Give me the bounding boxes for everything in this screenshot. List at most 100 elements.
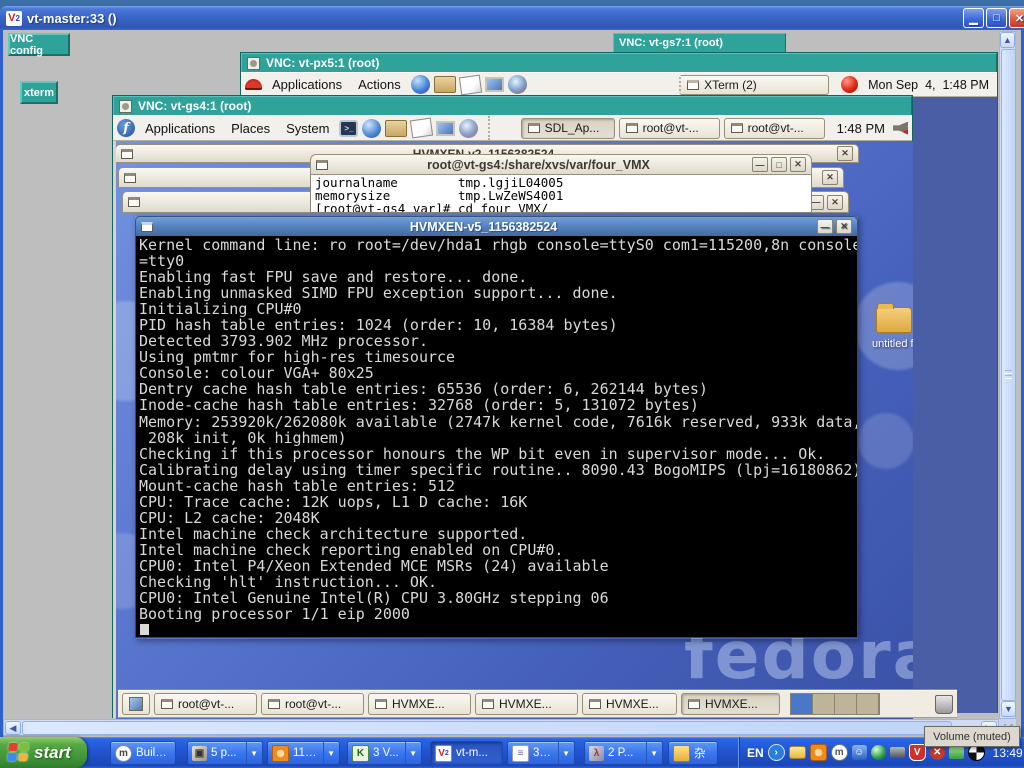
monitor-icon[interactable] — [485, 77, 504, 92]
user-tray-icon[interactable]: ☺ — [852, 745, 867, 760]
email-icon[interactable] — [385, 120, 407, 137]
m-circle-tray-icon[interactable]: m — [831, 744, 848, 761]
vnc-gs4-titlebar[interactable]: VNC: vt-gs4:1 (root) — [113, 96, 912, 115]
maximize-button[interactable]: □ — [771, 157, 787, 172]
vnc-gs7-title: VNC: vt-gs7:1 (root) — [619, 37, 723, 49]
group-dropdown-icon[interactable]: ▼ — [323, 742, 335, 764]
maximize-button[interactable]: □ — [986, 8, 1007, 28]
task-button-build[interactable]: m Build... — [110, 741, 176, 765]
screen-tool-icon[interactable] — [436, 121, 455, 136]
vertical-scrollbar-thumb[interactable] — [1001, 49, 1016, 701]
mail-tray-icon[interactable] — [789, 746, 806, 759]
close-button[interactable]: ✕ — [827, 195, 843, 210]
vnc-px5-titlebar[interactable]: VNC: vt-px5:1 (root) — [241, 53, 997, 72]
window-menu-icon[interactable] — [119, 100, 132, 113]
vertical-scrollbar[interactable]: ▲ ▼ — [999, 31, 1016, 719]
workspace-3[interactable] — [835, 694, 857, 714]
lx-task-button-4[interactable]: HVMXE... — [475, 693, 578, 715]
k-app-icon: K — [352, 745, 369, 762]
minimize-button[interactable]: ▁ — [963, 8, 984, 28]
scroll-down-button[interactable]: ▼ — [1001, 701, 1016, 717]
close-button[interactable]: ✕ — [822, 170, 838, 185]
px5-clock[interactable]: Mon Sep 4, 1:48 PM — [868, 78, 989, 92]
group-dropdown-icon[interactable]: ▼ — [246, 742, 258, 764]
group-dropdown-icon[interactable]: ▼ — [405, 742, 417, 764]
window-hvmxen-console[interactable]: HVMXEN-v5_1156382524 — ✕ Kernel command … — [135, 216, 858, 639]
group-dropdown-icon[interactable]: ▼ — [646, 742, 658, 764]
drive-tray-icon[interactable] — [949, 747, 964, 759]
printer-tray-icon[interactable] — [890, 747, 905, 758]
task-button-vtmaster[interactable]: V2 vt-m... — [430, 741, 503, 765]
globe-icon[interactable] — [508, 75, 527, 94]
lx-task-button-2[interactable]: root@vt-... — [261, 693, 364, 715]
xterm-button[interactable]: xterm — [20, 81, 58, 104]
horizontal-scrollbar[interactable]: ◀ ▶ — [3, 719, 999, 736]
fedora-logo-icon[interactable]: f — [117, 119, 135, 137]
task-button-2p[interactable]: λ 2 P... ▼ — [584, 741, 663, 765]
workspace-2[interactable] — [813, 694, 835, 714]
web-browser-icon[interactable] — [411, 75, 430, 94]
lx-task-button-1[interactable]: root@vt-... — [154, 693, 257, 715]
task-label: Build... — [136, 747, 171, 759]
workspace-switcher[interactable] — [790, 693, 880, 715]
show-desktop-button[interactable] — [122, 693, 150, 715]
close-button[interactable]: ✕ — [790, 157, 806, 172]
globe-launcher-icon[interactable] — [459, 119, 478, 138]
horizontal-scrollbar-thumb[interactable] — [22, 721, 952, 735]
desktop-folder-icon[interactable]: untitled fo — [872, 307, 913, 350]
scroll-left-button[interactable]: ◀ — [5, 721, 21, 735]
workspace-4[interactable] — [857, 694, 879, 714]
desktop-folder-label: untitled fo — [872, 338, 913, 350]
gs4-task-root2[interactable]: root@vt-... — [724, 118, 825, 139]
volume-muted-tray-icon[interactable]: ✕ — [930, 745, 945, 760]
window-menu-icon[interactable] — [247, 57, 260, 70]
task-button-folder[interactable]: 杂 — [668, 741, 718, 765]
gs4-menu-places[interactable]: Places — [225, 119, 276, 138]
trash-icon[interactable] — [935, 695, 953, 714]
task-button-3w[interactable]: ≡ 3 W... ▼ — [507, 741, 575, 765]
scroll-up-button[interactable]: ▲ — [1000, 32, 1015, 48]
workspace-1-active[interactable] — [791, 694, 813, 714]
px5-taskbar-xterm-button[interactable]: XTerm (2) — [679, 75, 829, 95]
px5-menu-applications[interactable]: Applications — [266, 75, 348, 94]
task-button-5p[interactable]: ▣ 5 p... ▼ — [187, 741, 263, 765]
chevron-circle-icon[interactable]: › — [768, 744, 785, 761]
minimize-button[interactable]: — — [817, 219, 833, 234]
tray-language[interactable]: EN — [747, 746, 764, 760]
window-icon — [316, 160, 328, 170]
gs4-clock[interactable]: 1:48 PM — [837, 121, 885, 136]
vnc-config-window[interactable]: VNC config — [8, 33, 70, 56]
window-root-terminal[interactable]: root@vt-gs4:/share/xvs/var/four_VMX — □ … — [310, 154, 812, 214]
task-button-3v[interactable]: K 3 V... ▼ — [347, 741, 422, 765]
web-browser-icon[interactable] — [362, 119, 381, 138]
documents-icon[interactable] — [410, 118, 433, 139]
close-button[interactable]: ✕ — [1009, 8, 1024, 28]
task-button-11m[interactable]: 11 M. ▼ — [267, 741, 340, 765]
terminal-launcher-icon[interactable]: >_ — [339, 120, 358, 137]
close-button[interactable]: ✕ — [837, 146, 853, 161]
redhat-notification-icon[interactable] — [841, 76, 858, 93]
clock-tray-icon[interactable] — [810, 744, 827, 761]
lx-task-label: HVMXE... — [606, 697, 659, 711]
group-dropdown-icon[interactable]: ▼ — [558, 742, 570, 764]
gs4-task-sdl[interactable]: SDL_Ap... — [521, 118, 615, 139]
start-button[interactable]: start — [0, 737, 87, 768]
vnc-gs7-titlebar[interactable]: VNC: vt-gs7:1 (root) — [613, 33, 786, 52]
close-button[interactable]: ✕ — [836, 219, 852, 234]
documents-icon[interactable] — [459, 74, 482, 95]
volume-muted-icon[interactable] — [893, 122, 908, 135]
minimize-button[interactable]: — — [752, 157, 768, 172]
lx-task-button-6-active[interactable]: HVMXE... — [681, 693, 780, 715]
gs4-task-root2-label: root@vt-... — [748, 121, 804, 135]
ball-tray-icon[interactable] — [871, 745, 886, 760]
lx-task-button-3[interactable]: HVMXE... — [368, 693, 471, 715]
px5-menu-actions[interactable]: Actions — [352, 75, 407, 94]
gs4-menu-system[interactable]: System — [280, 119, 335, 138]
tray-clock[interactable]: 13:49 — [993, 746, 1023, 760]
redhat-menu-icon[interactable] — [245, 79, 262, 90]
gs4-task-root1[interactable]: root@vt-... — [619, 118, 720, 139]
gs4-menu-applications[interactable]: Applications — [139, 119, 221, 138]
email-icon[interactable] — [434, 76, 456, 93]
lx-task-button-5[interactable]: HVMXE... — [582, 693, 677, 715]
master-window-titlebar[interactable]: V2 vt-master:33 () ▁ □ ✕ — [0, 6, 1024, 30]
